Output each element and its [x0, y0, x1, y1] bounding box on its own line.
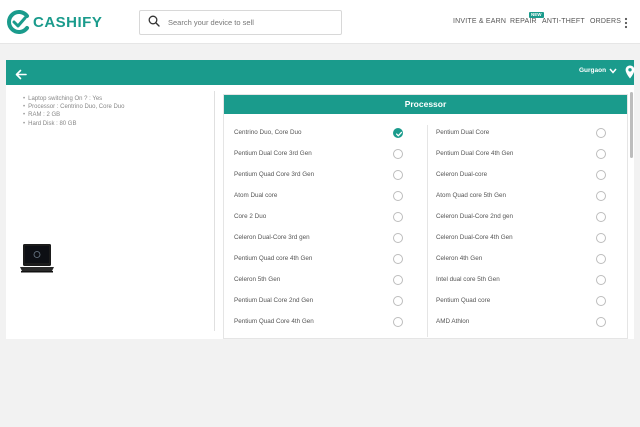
- radio-button[interactable]: [393, 317, 403, 327]
- option-label[interactable]: Celeron 4th Gen: [436, 255, 482, 262]
- nav-repair[interactable]: REPAIR: [510, 18, 537, 25]
- nav-anti-theft[interactable]: ANTI-THEFT: [542, 18, 585, 25]
- radio-button[interactable]: [596, 296, 606, 306]
- option-label[interactable]: Celeron Dual-core: [436, 171, 487, 178]
- option-label[interactable]: Pentium Dual Core 3rd Gen: [234, 150, 312, 157]
- radio-button[interactable]: [596, 191, 606, 201]
- radio-button[interactable]: [393, 149, 403, 159]
- radio-button[interactable]: [393, 275, 403, 285]
- option-label[interactable]: Celeron 5th Gen: [234, 276, 280, 283]
- option-label[interactable]: Pentium Quad Core 3rd Gen: [234, 171, 314, 178]
- option-label[interactable]: Celeron Dual-Core 3rd gen: [234, 234, 310, 241]
- search-box[interactable]: [139, 10, 342, 35]
- spec-item: RAM : 2 GB: [23, 111, 124, 119]
- radio-button[interactable]: [596, 233, 606, 243]
- top-navigation: CASHIFY INVITE & EARN REPAIR ANTI-THEFT …: [0, 0, 640, 44]
- header-bar: Gurgaon: [6, 60, 635, 85]
- main-panel: Laptop switching On ? : Yes Processor : …: [6, 85, 634, 339]
- nav-orders[interactable]: ORDERS: [590, 18, 621, 25]
- option-label[interactable]: Atom Dual core: [234, 192, 277, 199]
- radio-button[interactable]: [393, 212, 403, 222]
- radio-button[interactable]: [596, 128, 606, 138]
- checkmark-icon: [395, 131, 403, 137]
- option-label[interactable]: Pentium Quad Core 4th Gen: [234, 318, 314, 325]
- options-scrollbar[interactable]: [630, 92, 633, 158]
- cashify-logo[interactable]: CASHIFY: [6, 6, 102, 38]
- radio-button[interactable]: [393, 170, 403, 180]
- spec-item: Hard Disk : 80 GB: [23, 120, 124, 128]
- radio-button[interactable]: [393, 191, 403, 201]
- laptop-image: [19, 242, 55, 274]
- search-icon: [148, 14, 160, 32]
- back-arrow-icon[interactable]: [15, 67, 27, 80]
- option-label[interactable]: Pentium Quad core: [436, 297, 490, 304]
- option-label[interactable]: Celeron Dual-Core 2nd gen: [436, 213, 513, 220]
- new-badge: NEW: [529, 12, 544, 18]
- radio-button[interactable]: [393, 233, 403, 243]
- radio-button[interactable]: [596, 149, 606, 159]
- chevron-down-icon: [609, 68, 617, 74]
- radio-button[interactable]: [393, 296, 403, 306]
- option-label[interactable]: Centrino Duo, Core Duo: [234, 129, 302, 136]
- radio-button[interactable]: [596, 254, 606, 264]
- option-label[interactable]: Pentium Dual Core 4th Gen: [436, 150, 513, 157]
- logo-mark-icon: [6, 9, 32, 35]
- radio-button[interactable]: [596, 275, 606, 285]
- radio-button-selected[interactable]: [393, 128, 403, 138]
- nav-invite-earn[interactable]: INVITE & EARN: [453, 18, 506, 25]
- option-label[interactable]: AMD Athlon: [436, 318, 469, 325]
- spec-item: Laptop switching On ? : Yes: [23, 95, 124, 103]
- radio-button[interactable]: [596, 317, 606, 327]
- option-label[interactable]: Pentium Dual Core 2nd Gen: [234, 297, 313, 304]
- search-input[interactable]: [168, 18, 338, 27]
- option-label[interactable]: Atom Quad core 5th Gen: [436, 192, 506, 199]
- brand-name: CASHIFY: [33, 13, 103, 31]
- processor-question-card: Processor Centrino Duo, Core Duo Pentium…: [223, 94, 628, 339]
- option-label[interactable]: Pentium Dual Core: [436, 129, 489, 136]
- device-specs-list: Laptop switching On ? : Yes Processor : …: [23, 95, 124, 128]
- radio-button[interactable]: [596, 212, 606, 222]
- question-title: Processor: [224, 95, 627, 114]
- column-divider: [427, 125, 428, 337]
- option-label[interactable]: Intel dual core 5th Gen: [436, 276, 500, 283]
- radio-button[interactable]: [393, 254, 403, 264]
- location-pin-icon[interactable]: [625, 65, 635, 79]
- panel-divider: [214, 91, 215, 331]
- more-menu-icon[interactable]: [624, 16, 628, 29]
- option-label[interactable]: Core 2 Duo: [234, 213, 266, 220]
- city-name: Gurgaon: [579, 67, 607, 74]
- option-label[interactable]: Celeron Dual-Core 4th Gen: [436, 234, 513, 241]
- spec-item: Processor : Centrino Duo, Core Duo: [23, 103, 124, 111]
- city-selector[interactable]: Gurgaon: [579, 67, 617, 74]
- radio-button[interactable]: [596, 170, 606, 180]
- option-label[interactable]: Pentium Quad core 4th Gen: [234, 255, 312, 262]
